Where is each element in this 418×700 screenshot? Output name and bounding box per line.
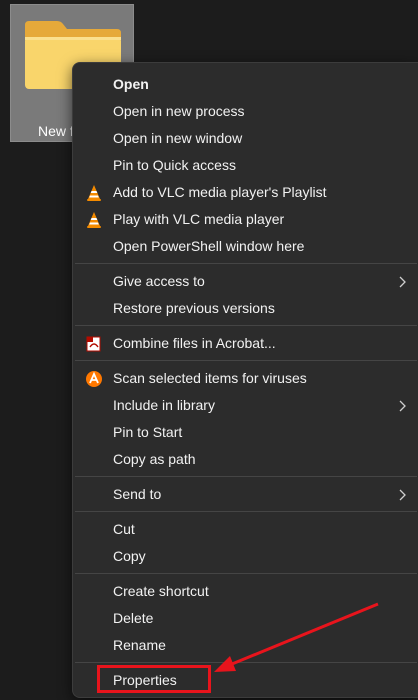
annotation-arrow [214,602,379,672]
